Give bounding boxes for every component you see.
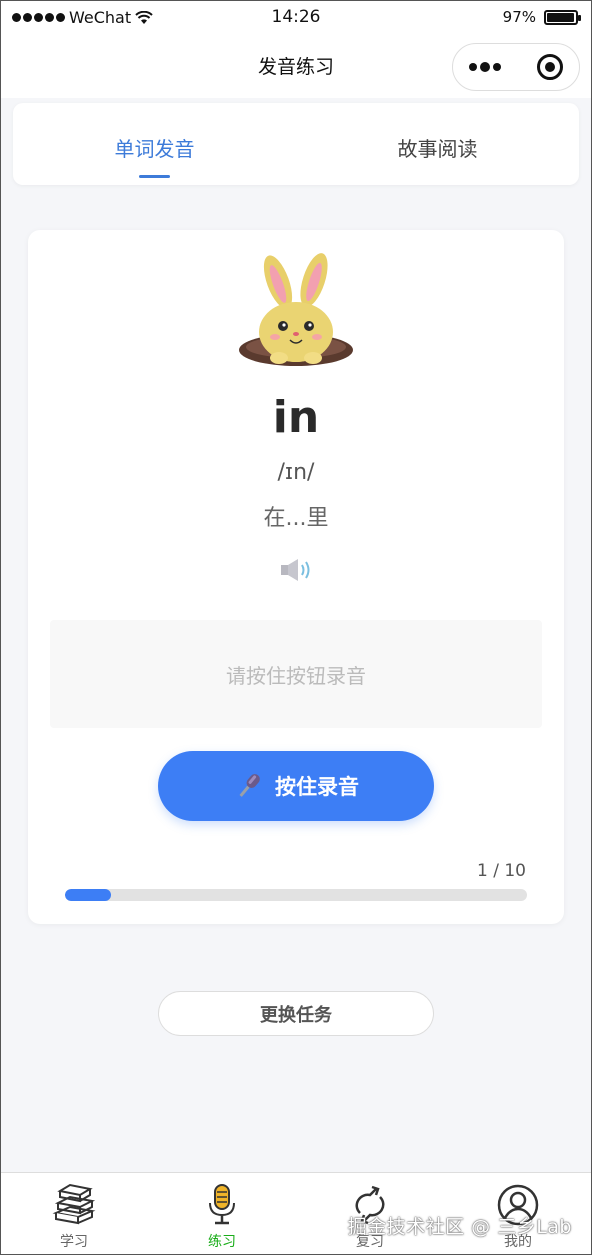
recording-area: 请按住按钮录音: [50, 620, 542, 728]
tabbar-item-study[interactable]: 学习: [0, 1173, 148, 1255]
recording-hint: 请按住按钮录音: [226, 663, 366, 688]
word-meaning: 在...里: [263, 506, 329, 531]
progress-count: 1 / 10: [477, 861, 526, 881]
tab-word-pronunciation[interactable]: 单词发音: [13, 103, 296, 185]
battery-percent: 97%: [502, 8, 536, 26]
speaker-icon[interactable]: [279, 557, 313, 583]
battery-info: 97%: [502, 8, 581, 26]
tabbar-label-study: 学习: [60, 1234, 88, 1250]
hold-to-record-button[interactable]: 按住录音: [158, 751, 434, 821]
microphone-icon: [239, 774, 260, 797]
mode-tabs: 单词发音 故事阅读: [13, 103, 579, 185]
miniprogram-capsule: [452, 43, 580, 91]
status-bar: WeChat 14:26 97%: [0, 0, 592, 36]
watermark-text: 掘金技术社区 @ 三乡Lab: [347, 1216, 572, 1238]
practice-card: in /ɪn/ 在...里 请按住按钮录音 按住录音 1 / 10: [28, 230, 564, 924]
books-icon: [52, 1183, 96, 1225]
microphone-icon: [209, 1184, 235, 1225]
tab-story-reading[interactable]: 故事阅读: [296, 103, 579, 185]
record-button-label: 按住录音: [275, 775, 359, 799]
change-task-button[interactable]: 更换任务: [158, 991, 434, 1036]
tabbar-label-practice: 练习: [208, 1234, 236, 1250]
progress-bar: [65, 889, 527, 901]
rabbit-mascot-icon: [239, 253, 353, 366]
battery-icon: [544, 9, 581, 25]
current-word: in: [272, 392, 320, 443]
navigation-bar: 发音练习: [0, 36, 592, 98]
word-phonetic: /ɪn/: [277, 460, 315, 485]
progress-bar-fill: [65, 889, 112, 901]
close-miniprogram-icon[interactable]: [537, 54, 563, 80]
active-tab-indicator: [139, 175, 170, 178]
tabbar-item-practice[interactable]: 练习: [148, 1173, 296, 1255]
more-menu-icon[interactable]: [469, 62, 501, 72]
